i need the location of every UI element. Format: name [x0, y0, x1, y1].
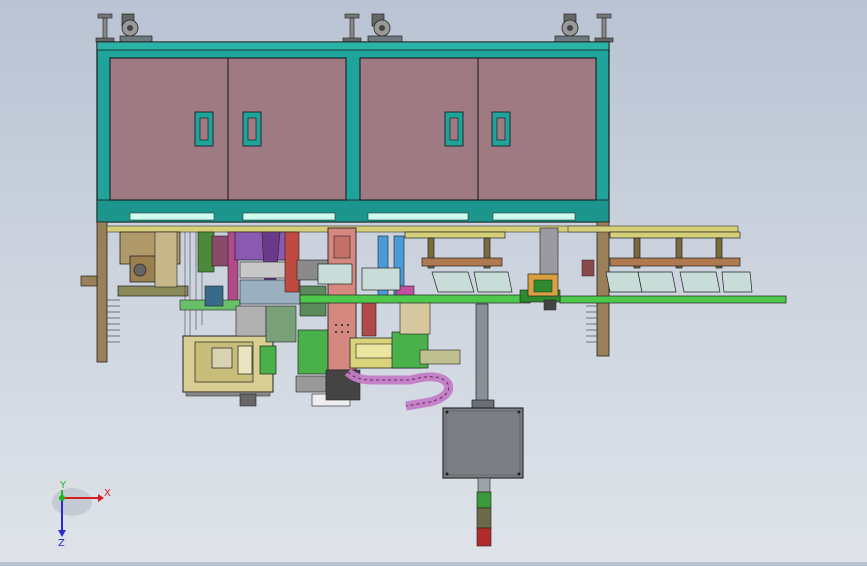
triad-z-arrow: [58, 530, 66, 537]
triad-x-label: X: [104, 488, 111, 499]
triad-shadow: [52, 488, 92, 516]
top-mounts: [95, 13, 614, 43]
door-handle-3[interactable]: [444, 111, 464, 147]
leveling-foot-right: [594, 13, 614, 43]
leveling-foot-mid: [342, 13, 362, 43]
control-column: [471, 303, 495, 409]
caster-left: [119, 13, 153, 43]
door-handle-2[interactable]: [242, 111, 262, 147]
triad-origin: [59, 495, 65, 501]
coordinate-triad[interactable]: X Y Z: [52, 480, 111, 549]
left-mechanism[interactable]: [117, 231, 241, 340]
caster-right: [554, 13, 590, 43]
assembly-drawing[interactable]: X Y Z: [0, 0, 867, 562]
leveling-foot-left: [95, 13, 115, 43]
caster-mid: [367, 13, 403, 43]
signal-tower: [476, 477, 492, 547]
lower-left-module[interactable]: [182, 335, 277, 407]
door-handle-1[interactable]: [194, 111, 214, 147]
electrical-control-box[interactable]: [442, 407, 524, 479]
door-handle-4[interactable]: [491, 111, 511, 147]
triad-y-label: Y: [59, 480, 67, 491]
cad-graphics-area[interactable]: X Y Z: [0, 0, 867, 562]
triad-z-label: Z: [58, 538, 65, 549]
upper-beams: [106, 225, 739, 233]
cable-drag-chain[interactable]: [344, 368, 454, 411]
